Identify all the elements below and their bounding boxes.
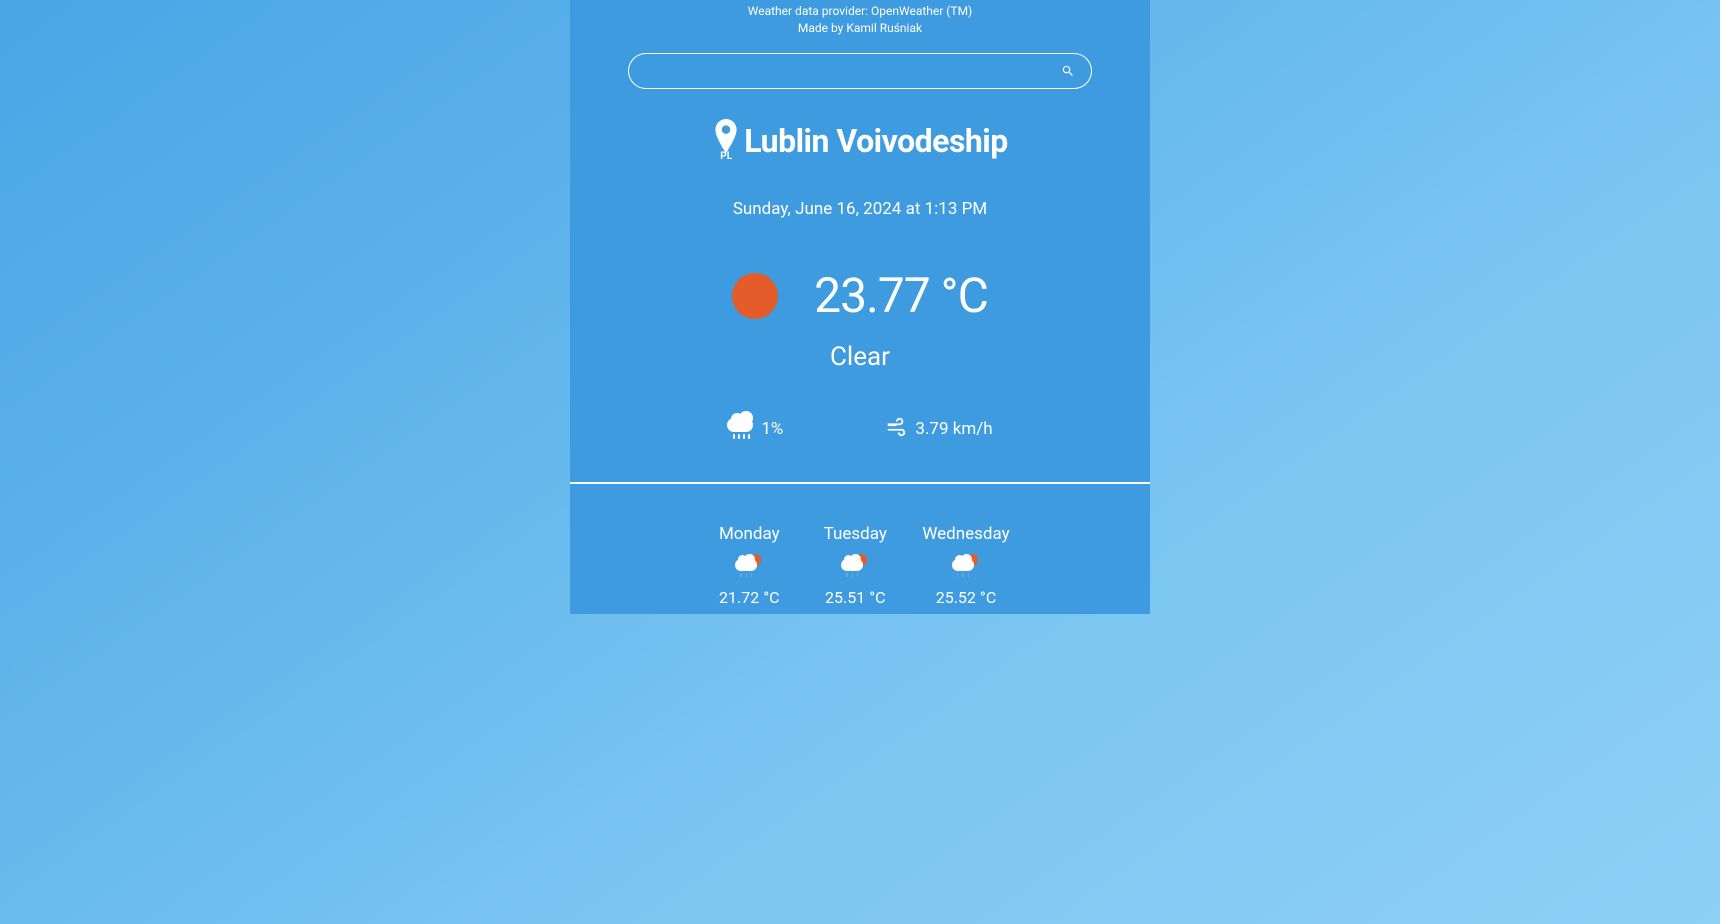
search-container[interactable]: [628, 53, 1092, 89]
country-code: PL: [720, 151, 732, 162]
partly-cloudy-rain-icon: [841, 554, 869, 578]
location-pin-container: PL: [712, 119, 740, 163]
forecast-item: Wednesday 25.52 °C: [922, 524, 1009, 607]
temperature-value: 23.77 °C: [814, 267, 988, 324]
sun-icon: [732, 273, 778, 319]
header-text: Weather data provider: OpenWeather (TM) …: [748, 4, 972, 53]
condition-label: Clear: [830, 342, 890, 372]
forecast-temp-value: 25.51 °C: [825, 588, 886, 607]
metrics-row: 1% 3.79 km/h: [727, 416, 992, 442]
location-name: Lublin Voivodeship: [744, 122, 1008, 160]
forecast-day-label: Wednesday: [922, 524, 1009, 544]
author-label: Made by Kamil Ruśniak: [748, 21, 972, 35]
location-row: PL Lublin Voivodeship: [712, 119, 1008, 163]
forecast-temp-value: 21.72 °C: [719, 588, 780, 607]
wind-metric: 3.79 km/h: [883, 416, 992, 442]
partly-cloudy-rain-icon: [952, 554, 980, 578]
precipitation-metric: 1%: [727, 416, 783, 442]
weather-card: Weather data provider: OpenWeather (TM) …: [570, 0, 1150, 614]
rain-cloud-icon: [727, 418, 755, 440]
forecast-item: Tuesday 25.51 °C: [816, 524, 894, 607]
temperature-row: 23.77 °C: [732, 267, 988, 324]
search-input[interactable]: [645, 63, 1061, 79]
forecast-day-label: Tuesday: [824, 524, 887, 544]
forecast-temp-value: 25.52 °C: [936, 588, 997, 607]
location-pin-icon: [713, 119, 739, 153]
precipitation-value: 1%: [761, 419, 783, 439]
forecast-day-label: Monday: [719, 524, 780, 544]
divider: [570, 482, 1150, 484]
wind-icon: [883, 416, 909, 442]
search-icon[interactable]: [1061, 64, 1075, 78]
partly-cloudy-rain-icon: [735, 554, 763, 578]
forecast-row: Monday 21.72 °C Tuesday 25.51 °C Wednesd…: [710, 524, 1009, 607]
provider-label: Weather data provider: OpenWeather (TM): [748, 4, 972, 18]
datetime-label: Sunday, June 16, 2024 at 1:13 PM: [733, 199, 987, 219]
forecast-item: Monday 21.72 °C: [710, 524, 788, 607]
wind-value: 3.79 km/h: [915, 419, 992, 439]
